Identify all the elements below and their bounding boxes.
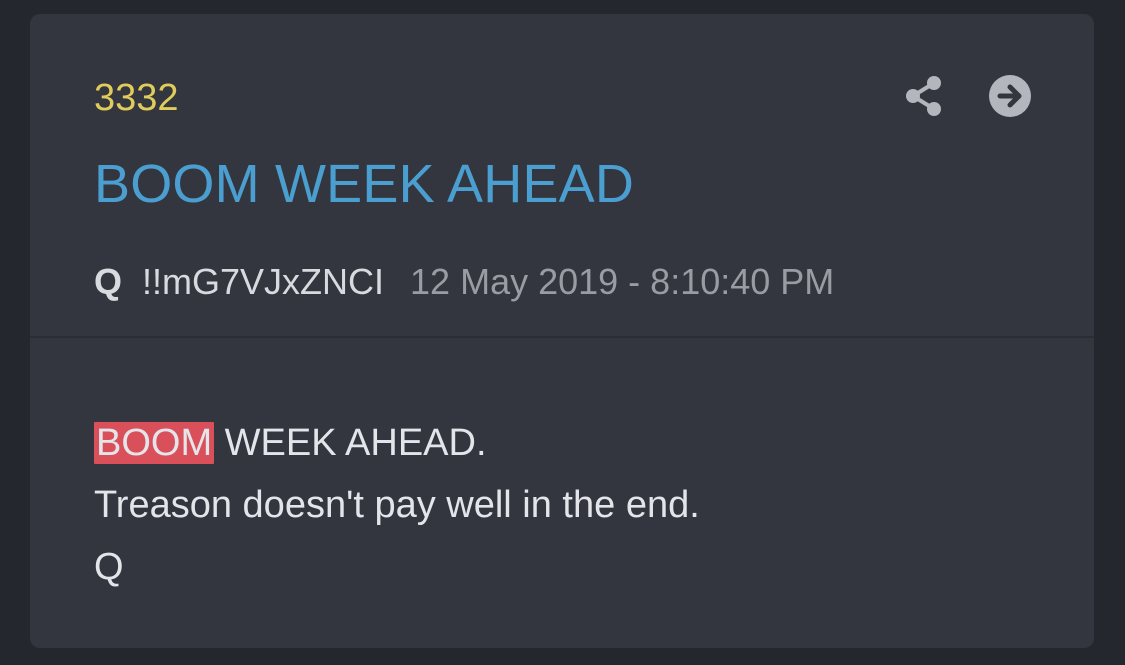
tripcode: !!mG7VJxZNCI — [142, 261, 385, 302]
arrow-right-circle-icon — [989, 75, 1031, 117]
post-number[interactable]: 3332 — [94, 76, 179, 120]
divider — [30, 336, 1094, 338]
body-line-1-text: WEEK AHEAD. — [214, 422, 487, 464]
share-button[interactable] — [902, 74, 946, 118]
highlighted-keyword: BOOM — [94, 422, 215, 464]
post-title[interactable]: BOOM WEEK AHEAD — [94, 152, 634, 216]
post-card: 3332 BOOM WEEK AHEAD Q !!mG7VJxZNCI 12 May… — [30, 14, 1094, 648]
body-line-1: BOOM WEEK AHEAD. — [94, 412, 700, 474]
body-line-2: Treason doesn't pay well in the end. — [94, 484, 700, 526]
goto-post-button[interactable] — [988, 74, 1032, 118]
body-line-3: Q — [94, 546, 124, 588]
post-timestamp: 12 May 2019 - 8:10:40 PM — [410, 261, 835, 302]
post-body: BOOM WEEK AHEAD. Treason doesn't pay wel… — [94, 412, 700, 598]
post-meta: Q !!mG7VJxZNCI 12 May 2019 - 8:10:40 PM — [94, 260, 834, 304]
author-name: Q — [94, 261, 123, 302]
share-icon — [906, 76, 941, 116]
